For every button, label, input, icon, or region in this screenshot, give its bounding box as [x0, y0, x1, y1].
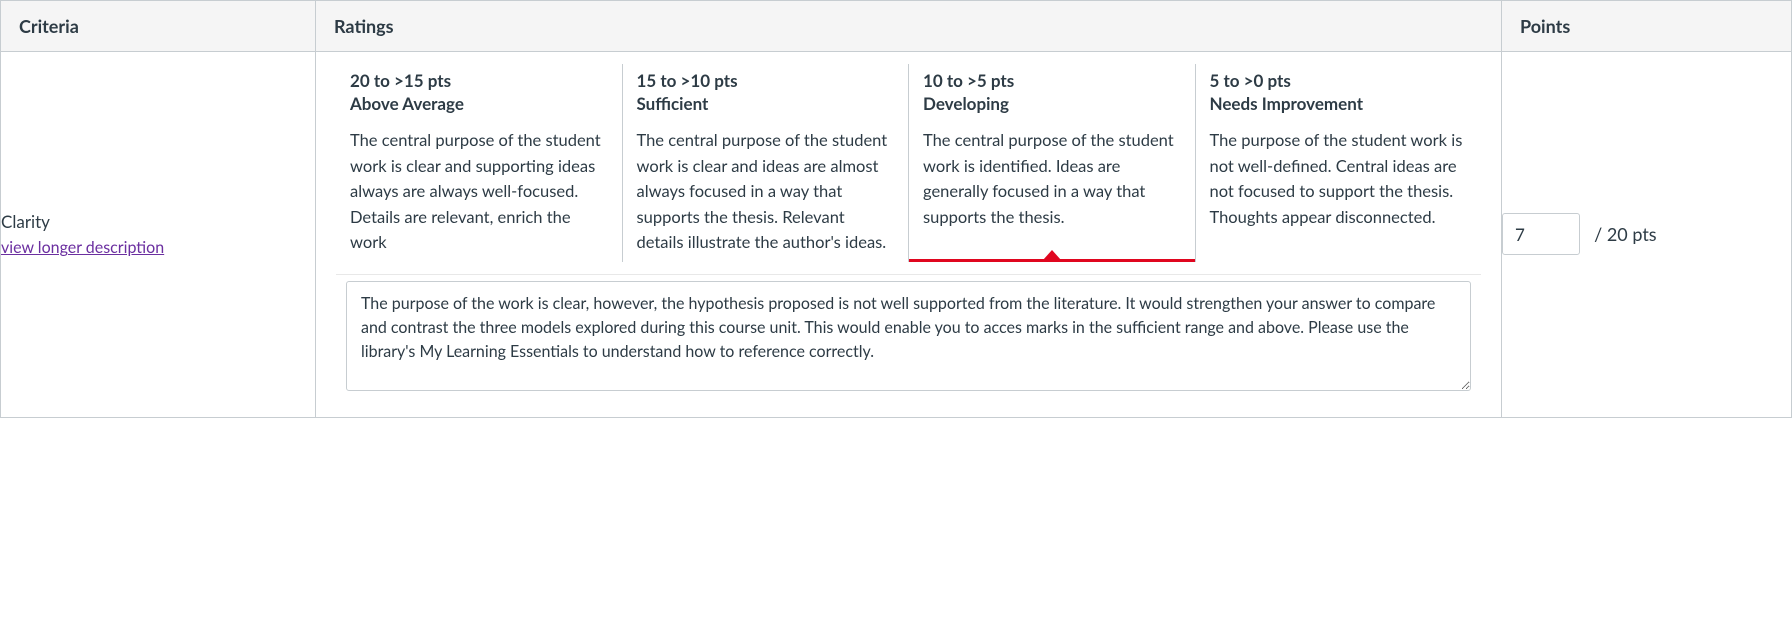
- points-cell: / 20 pts: [1502, 52, 1792, 418]
- header-criteria: Criteria: [1, 1, 316, 52]
- rubric-table: Criteria Ratings Points Clarity view lon…: [0, 0, 1792, 418]
- rating-title: Sufficient: [637, 93, 895, 114]
- rating-cell[interactable]: 10 to >5 ptsDeveloping The central purpos…: [908, 64, 1195, 262]
- rating-title: Above Average: [350, 93, 608, 114]
- criterion-comment-input[interactable]: [346, 281, 1471, 391]
- rating-cell[interactable]: 15 to >10 ptsSufficient The central purpo…: [622, 64, 909, 262]
- ratings-cell: 20 to >15 ptsAbove Average The central pu…: [316, 52, 1502, 418]
- rating-title: Developing: [923, 93, 1181, 114]
- header-ratings: Ratings: [316, 1, 1502, 52]
- criterion-name: Clarity: [1, 211, 315, 232]
- rating-title: Needs Improvement: [1210, 93, 1468, 114]
- rating-cell[interactable]: 20 to >15 ptsAbove Average The central pu…: [336, 64, 622, 262]
- rating-cell[interactable]: 5 to >0 ptsNeeds Improvement The purpose …: [1195, 64, 1482, 262]
- points-input[interactable]: [1502, 213, 1580, 255]
- rating-points-range: 5 to >0 pts: [1210, 70, 1468, 91]
- ratings-row: 20 to >15 ptsAbove Average The central pu…: [316, 52, 1501, 274]
- rubric-row: Clarity view longer description 20 to >1…: [1, 52, 1792, 418]
- view-long-description-link[interactable]: view longer description: [1, 238, 164, 257]
- rating-description: The central purpose of the student work …: [923, 128, 1181, 230]
- points-max-label: / 20 pts: [1594, 223, 1656, 245]
- rating-points-range: 10 to >5 pts: [923, 70, 1181, 91]
- selected-caret-icon: [1043, 250, 1061, 260]
- rating-points-range: 15 to >10 pts: [637, 70, 895, 91]
- rating-description: The purpose of the student work is not w…: [1210, 128, 1468, 230]
- criteria-cell: Clarity view longer description: [1, 52, 316, 418]
- rating-description: The central purpose of the student work …: [350, 128, 608, 256]
- header-points: Points: [1502, 1, 1792, 52]
- rating-description: The central purpose of the student work …: [637, 128, 895, 256]
- comment-wrap: [336, 274, 1481, 417]
- rating-points-range: 20 to >15 pts: [350, 70, 608, 91]
